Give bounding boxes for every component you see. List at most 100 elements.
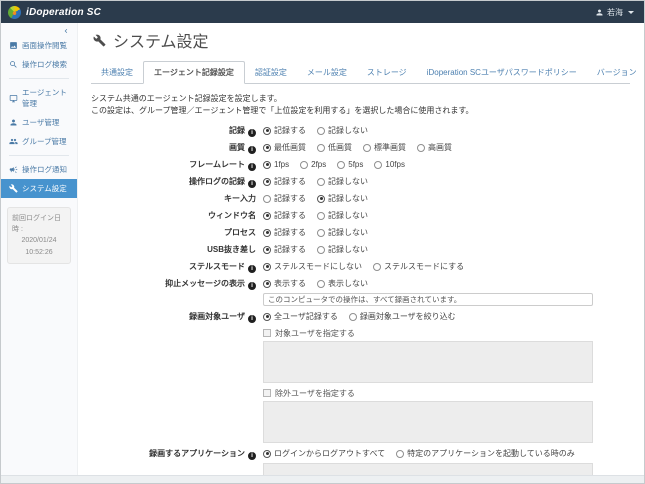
- sidebar-item-log-notify[interactable]: 操作ログ通知: [1, 160, 77, 179]
- info-icon[interactable]: i: [248, 264, 256, 273]
- target-users-textarea[interactable]: [263, 340, 593, 383]
- tab-1[interactable]: エージェント記録設定: [143, 61, 245, 84]
- sidebar-item-system-settings[interactable]: システム設定: [1, 179, 77, 198]
- radio-selected-icon[interactable]: [263, 245, 271, 254]
- sidebar-item-user-mgmt[interactable]: ユーザ管理: [1, 113, 77, 132]
- radio-icon[interactable]: [317, 126, 325, 135]
- radio-option[interactable]: 録画対象ユーザを絞り込む: [348, 311, 456, 323]
- radio-option-label: ステルスモードにしない: [274, 261, 362, 271]
- tab-6[interactable]: バージョン: [587, 62, 644, 83]
- field-label: プロセス: [224, 227, 256, 237]
- radio-option[interactable]: 記録する: [263, 125, 306, 137]
- tab-0[interactable]: 共通設定: [91, 62, 143, 83]
- radio-option[interactable]: ログインからログアウトすべて: [263, 448, 385, 460]
- radio-selected-icon[interactable]: [317, 194, 325, 203]
- sidebar-item-agent-mgmt[interactable]: エージェント管理: [1, 83, 77, 113]
- radio-group: 記録する 記録しない: [263, 125, 368, 137]
- description-line: システム共通のエージェント記録設定を設定します。: [91, 94, 282, 103]
- radio-selected-icon[interactable]: [263, 160, 271, 169]
- radio-selected-icon[interactable]: [263, 449, 271, 458]
- radio-option[interactable]: 10fps: [374, 159, 405, 171]
- info-icon[interactable]: i: [248, 128, 256, 137]
- tab-5[interactable]: iDoperation SCユーザパスワードポリシー: [417, 62, 587, 83]
- checkbox-icon[interactable]: [263, 389, 271, 398]
- radio-option[interactable]: 記録する: [263, 227, 306, 239]
- info-icon[interactable]: i: [248, 179, 256, 188]
- radio-icon[interactable]: [317, 177, 325, 186]
- info-icon[interactable]: i: [248, 451, 256, 460]
- radio-option-label: 記録しない: [328, 176, 368, 186]
- radio-icon[interactable]: [417, 143, 425, 152]
- radio-option[interactable]: ステルスモードにする: [373, 261, 464, 273]
- radio-icon[interactable]: [263, 194, 271, 203]
- user-menu[interactable]: 若海: [595, 7, 634, 18]
- radio-icon[interactable]: [300, 160, 309, 169]
- radio-option[interactable]: 高画質: [417, 142, 452, 154]
- radio-selected-icon[interactable]: [263, 262, 271, 271]
- info-icon[interactable]: i: [248, 145, 256, 154]
- radio-group: 表示する 表示しない: [263, 278, 593, 290]
- radio-icon[interactable]: [317, 245, 325, 254]
- radio-selected-icon[interactable]: [263, 126, 271, 135]
- app-window: iDoperation SC 若海 画面操作閲覧 操作ログ検索 エージェント管理…: [0, 0, 645, 484]
- radio-selected-icon[interactable]: [263, 211, 271, 220]
- radio-option[interactable]: 5fps: [337, 159, 363, 171]
- radio-option[interactable]: 記録する: [263, 210, 306, 222]
- radio-option[interactable]: 表示する: [263, 278, 306, 290]
- radio-option[interactable]: 全ユーザ記録する: [263, 311, 338, 323]
- sidebar-item-log-search[interactable]: 操作ログ検索: [1, 55, 77, 74]
- radio-icon[interactable]: [317, 279, 325, 288]
- radio-option[interactable]: 低画質: [317, 142, 352, 154]
- radio-option-label: 録画対象ユーザを絞り込む: [359, 311, 456, 321]
- radio-option[interactable]: 記録しない: [317, 227, 368, 239]
- tab-2[interactable]: 認証設定: [245, 62, 297, 83]
- radio-option[interactable]: 記録する: [263, 244, 306, 256]
- radio-option[interactable]: 記録する: [263, 176, 306, 188]
- radio-selected-icon[interactable]: [263, 143, 271, 152]
- radio-option[interactable]: 表示しない: [317, 278, 368, 290]
- info-icon[interactable]: i: [248, 281, 256, 290]
- radio-icon[interactable]: [348, 312, 357, 321]
- radio-icon[interactable]: [317, 211, 325, 220]
- tab-4[interactable]: ストレージ: [357, 62, 417, 83]
- suppress-message-input[interactable]: [263, 292, 593, 306]
- radio-option[interactable]: 記録しない: [317, 193, 368, 205]
- radio-option[interactable]: 2fps: [300, 159, 326, 171]
- radio-option-label: 記録する: [274, 210, 306, 220]
- radio-option-label: 5fps: [348, 159, 364, 169]
- radio-option[interactable]: 標準画質: [363, 142, 406, 154]
- radio-option[interactable]: ステルスモードにしない: [263, 261, 362, 273]
- radio-icon[interactable]: [396, 449, 405, 458]
- radio-selected-icon[interactable]: [263, 312, 271, 321]
- user-icon: [10, 119, 17, 126]
- radio-icon[interactable]: [317, 143, 325, 152]
- field-label: USB抜き差し: [207, 244, 256, 254]
- sidebar-collapse-button[interactable]: [1, 23, 77, 36]
- radio-icon[interactable]: [363, 143, 371, 152]
- radio-option[interactable]: 記録する: [263, 193, 306, 205]
- brand-logo[interactable]: iDoperation SC: [8, 5, 101, 19]
- excluded-users-textarea[interactable]: [263, 400, 593, 443]
- user-name: 若海: [607, 7, 623, 17]
- form-row-oplog-record: 操作ログの記録 i 記録する 記録しない: [91, 176, 630, 188]
- radio-option[interactable]: 1fps: [263, 159, 289, 171]
- radio-icon[interactable]: [374, 160, 383, 169]
- checkbox-icon[interactable]: [263, 329, 271, 338]
- info-icon[interactable]: i: [248, 162, 256, 171]
- radio-selected-icon[interactable]: [263, 228, 271, 237]
- radio-selected-icon[interactable]: [263, 177, 271, 186]
- tab-3[interactable]: メール設定: [297, 62, 357, 83]
- radio-option[interactable]: 記録しない: [317, 244, 368, 256]
- info-icon[interactable]: i: [248, 314, 256, 323]
- radio-icon[interactable]: [317, 228, 325, 237]
- radio-icon[interactable]: [337, 160, 346, 169]
- radio-selected-icon[interactable]: [263, 279, 271, 288]
- sidebar-item-group-mgmt[interactable]: グループ管理: [1, 132, 77, 151]
- radio-option[interactable]: 特定のアプリケーションを起動している時のみ: [396, 448, 575, 460]
- radio-icon[interactable]: [373, 262, 381, 271]
- sidebar-item-screen-view[interactable]: 画面操作閲覧: [1, 36, 77, 55]
- radio-option[interactable]: 記録しない: [317, 176, 368, 188]
- radio-option[interactable]: 記録しない: [317, 125, 368, 137]
- radio-option[interactable]: 最低画質: [263, 142, 306, 154]
- radio-option[interactable]: 記録しない: [317, 210, 368, 222]
